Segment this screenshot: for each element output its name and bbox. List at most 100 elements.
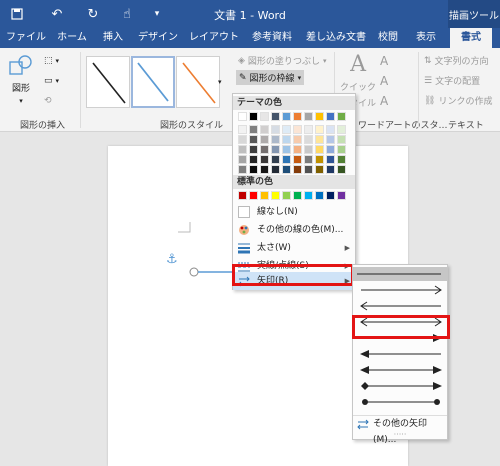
theme-color-swatch[interactable] xyxy=(260,125,269,134)
standard-color-swatch[interactable] xyxy=(304,191,313,200)
theme-color-swatch[interactable] xyxy=(293,125,302,134)
text-box-button[interactable]: ▭ ▾ xyxy=(44,76,59,86)
standard-color-swatch[interactable] xyxy=(238,191,247,200)
theme-color-swatch[interactable] xyxy=(271,145,280,154)
shape-outline-button[interactable]: ✎ 図形の枠線 ▾ xyxy=(236,70,305,85)
theme-color-swatch[interactable] xyxy=(315,125,324,134)
theme-color-swatch[interactable] xyxy=(337,112,346,121)
theme-color-swatch[interactable] xyxy=(326,112,335,121)
theme-color-swatch[interactable] xyxy=(249,125,258,134)
theme-color-swatch[interactable] xyxy=(304,135,313,144)
arrow-style-2[interactable] xyxy=(357,283,445,297)
standard-color-swatch[interactable] xyxy=(326,191,335,200)
theme-color-swatch[interactable] xyxy=(260,112,269,121)
tab-view[interactable]: 表示 xyxy=(410,28,442,48)
arrow-style-1[interactable] xyxy=(353,267,447,281)
text-effects-button[interactable]: A xyxy=(380,94,388,108)
theme-color-swatch[interactable] xyxy=(238,112,247,121)
edit-shape-button[interactable]: ⬚ ▾ xyxy=(44,56,59,66)
style-gallery-item-1[interactable] xyxy=(86,56,130,108)
theme-color-swatch[interactable] xyxy=(337,165,346,174)
arrow-style-9[interactable] xyxy=(357,395,445,409)
arrow-style-8[interactable] xyxy=(357,379,445,393)
theme-color-swatch[interactable] xyxy=(315,145,324,154)
theme-color-swatch[interactable] xyxy=(271,155,280,164)
theme-color-swatch[interactable] xyxy=(238,155,247,164)
create-link-button[interactable]: ⛓ リンクの作成 xyxy=(424,94,492,108)
style-gallery-item-2[interactable] xyxy=(131,56,175,108)
standard-color-swatch[interactable] xyxy=(282,191,291,200)
theme-color-swatch[interactable] xyxy=(326,165,335,174)
standard-color-swatch[interactable] xyxy=(337,191,346,200)
standard-color-swatch[interactable] xyxy=(249,191,258,200)
theme-color-swatch[interactable] xyxy=(238,135,247,144)
more-colors-item[interactable]: その他の線の色(M)... xyxy=(233,221,355,239)
theme-color-swatch[interactable] xyxy=(282,112,291,121)
tab-review[interactable]: 校閲 xyxy=(372,28,404,48)
theme-color-swatch[interactable] xyxy=(271,135,280,144)
theme-color-swatch[interactable] xyxy=(293,135,302,144)
standard-color-swatch[interactable] xyxy=(260,191,269,200)
tab-references[interactable]: 参考資料 xyxy=(246,28,298,48)
more-arrows-item[interactable]: その他の矢印(M)... xyxy=(353,415,447,445)
theme-color-swatch[interactable] xyxy=(326,145,335,154)
theme-color-swatch[interactable] xyxy=(293,112,302,121)
theme-color-swatch[interactable] xyxy=(304,165,313,174)
theme-color-swatch[interactable] xyxy=(249,165,258,174)
text-outline-button[interactable]: A xyxy=(380,74,388,88)
theme-color-swatch[interactable] xyxy=(282,165,291,174)
no-outline-item[interactable]: 線なし(N) xyxy=(233,203,355,221)
arrow-style-3[interactable] xyxy=(357,299,445,313)
tab-insert[interactable]: 挿入 xyxy=(96,28,130,48)
theme-color-swatch[interactable] xyxy=(304,145,313,154)
theme-color-swatch[interactable] xyxy=(249,155,258,164)
text-fill-button[interactable]: A xyxy=(380,54,388,68)
resize-grip-icon[interactable]: ····· xyxy=(353,431,447,439)
theme-color-swatch[interactable] xyxy=(315,155,324,164)
theme-color-swatch[interactable] xyxy=(282,145,291,154)
theme-color-swatch[interactable] xyxy=(271,112,280,121)
theme-color-swatch[interactable] xyxy=(315,112,324,121)
text-direction-button[interactable]: ⇅ 文字列の方向 xyxy=(424,54,489,68)
shapes-button[interactable]: 図形 ▾ xyxy=(8,54,34,105)
theme-color-swatch[interactable] xyxy=(249,145,258,154)
theme-color-swatch[interactable] xyxy=(249,112,258,121)
theme-color-swatch[interactable] xyxy=(326,155,335,164)
standard-color-swatch[interactable] xyxy=(271,191,280,200)
theme-color-swatch[interactable] xyxy=(315,165,324,174)
theme-color-swatch[interactable] xyxy=(337,145,346,154)
theme-color-swatch[interactable] xyxy=(282,155,291,164)
theme-color-swatch[interactable] xyxy=(271,125,280,134)
weight-item[interactable]: 太さ(W) ▶ xyxy=(233,239,355,257)
standard-color-swatch[interactable] xyxy=(315,191,324,200)
arrow-style-6[interactable] xyxy=(357,347,445,361)
theme-color-swatch[interactable] xyxy=(326,125,335,134)
theme-color-swatch[interactable] xyxy=(337,155,346,164)
align-text-button[interactable]: ☰ 文字の配置 xyxy=(424,74,480,88)
theme-color-swatch[interactable] xyxy=(260,165,269,174)
shape-fill-button[interactable]: ◈ 図形の塗りつぶし ▾ xyxy=(238,54,327,68)
standard-color-swatch[interactable] xyxy=(293,191,302,200)
theme-color-swatch[interactable] xyxy=(271,165,280,174)
gallery-more-button[interactable]: ▾ xyxy=(218,78,222,86)
rotate-button[interactable]: ⟲ xyxy=(44,96,52,106)
tab-home[interactable]: ホーム xyxy=(50,28,94,48)
arrow-style-7[interactable] xyxy=(357,363,445,377)
theme-color-swatch[interactable] xyxy=(315,135,324,144)
theme-color-swatch[interactable] xyxy=(326,135,335,144)
theme-color-swatch[interactable] xyxy=(304,155,313,164)
tab-mailings[interactable]: 差し込み文書 xyxy=(302,28,370,48)
tab-file[interactable]: ファイル xyxy=(4,28,48,48)
theme-color-swatch[interactable] xyxy=(337,135,346,144)
style-gallery-item-3[interactable] xyxy=(176,56,220,108)
theme-color-swatch[interactable] xyxy=(304,125,313,134)
theme-color-swatch[interactable] xyxy=(260,135,269,144)
theme-color-swatch[interactable] xyxy=(293,165,302,174)
theme-color-swatch[interactable] xyxy=(260,145,269,154)
theme-color-swatch[interactable] xyxy=(238,165,247,174)
theme-color-swatch[interactable] xyxy=(293,155,302,164)
tab-design[interactable]: デザイン xyxy=(134,28,182,48)
theme-color-swatch[interactable] xyxy=(337,125,346,134)
theme-color-swatch[interactable] xyxy=(238,145,247,154)
theme-color-swatch[interactable] xyxy=(260,155,269,164)
